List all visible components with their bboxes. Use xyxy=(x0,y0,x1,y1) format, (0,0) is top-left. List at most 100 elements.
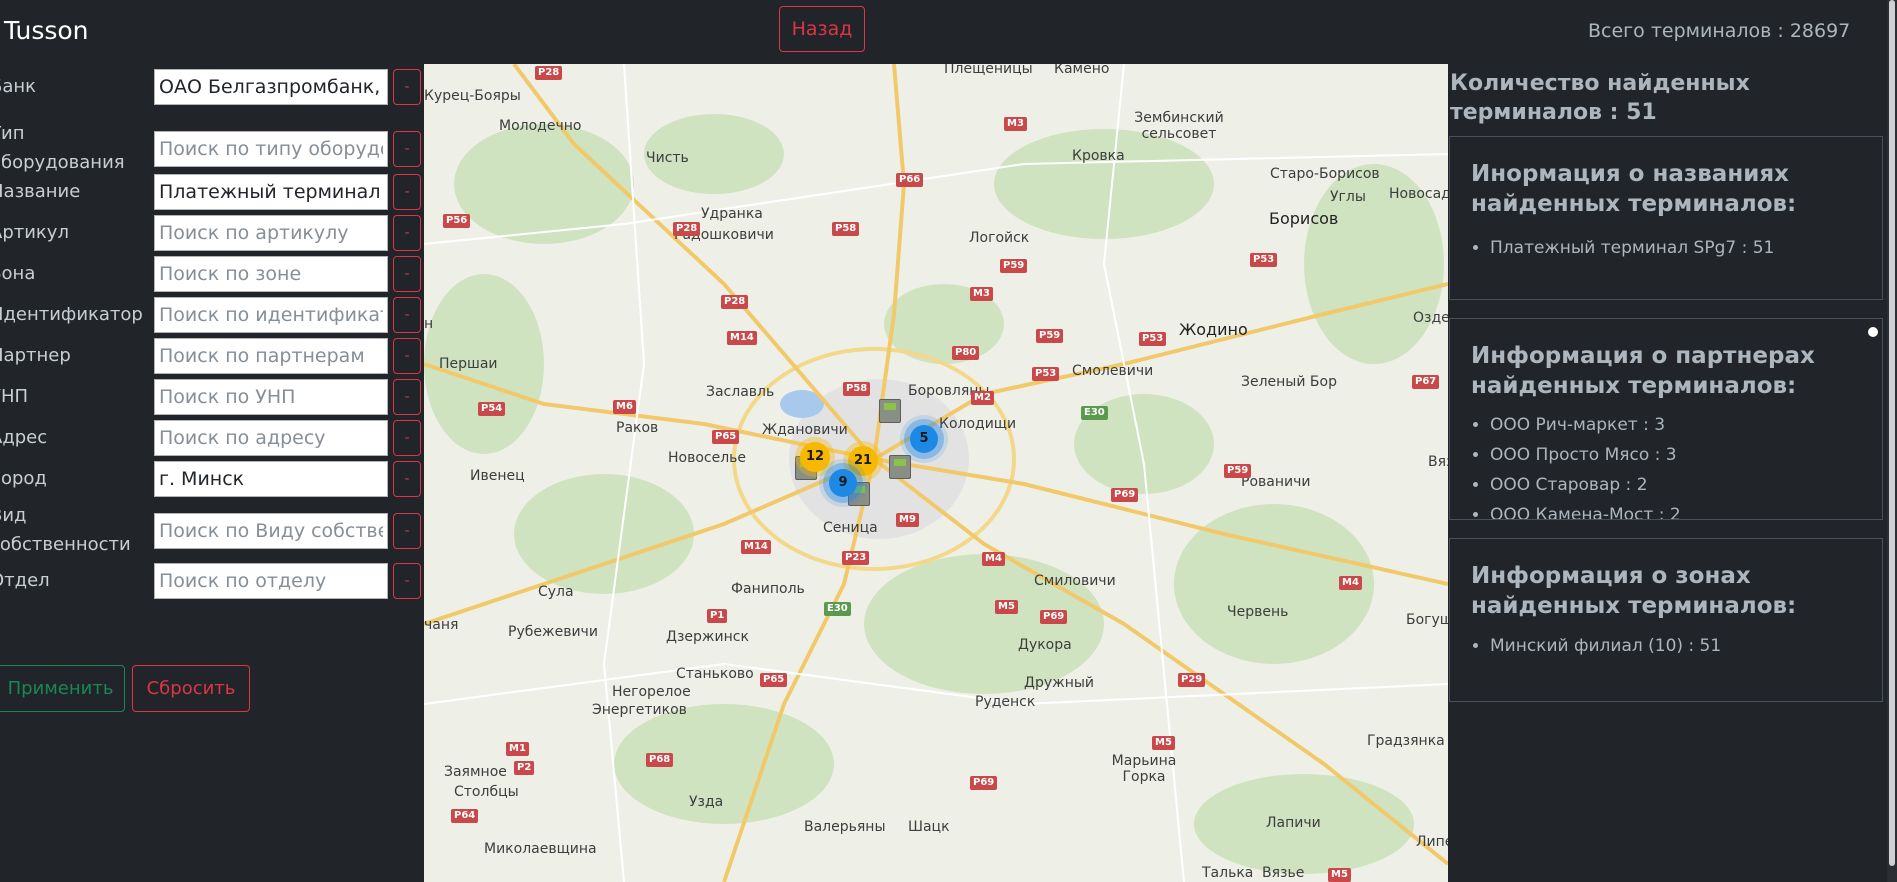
zones-card-title: Информация о зонах найденных терминалов: xyxy=(1471,563,1797,619)
filter-label: Партнер xyxy=(0,345,71,366)
map-place-label: Вяз xyxy=(1428,454,1448,470)
clear-name-button[interactable]: - xyxy=(393,174,421,210)
partner-input[interactable] xyxy=(154,338,388,374)
terminal-marker-icon[interactable] xyxy=(889,455,911,479)
clear-article-button[interactable]: - xyxy=(393,215,421,251)
marker-cluster[interactable]: 21 xyxy=(848,446,878,476)
unp-input[interactable] xyxy=(154,379,388,415)
filter-row-identifier: Идентификатор - xyxy=(0,297,424,333)
page-scrollbar-thumb[interactable] xyxy=(1889,0,1895,866)
map-place-label: Столбцы xyxy=(454,784,519,800)
map-place-label: Рубежевичи xyxy=(508,624,598,640)
map-place-label: Раков xyxy=(616,420,659,436)
clear-ownership-button[interactable]: - xyxy=(393,513,421,549)
clear-department-button[interactable]: - xyxy=(393,563,421,599)
map-base-layer xyxy=(424,64,1448,882)
road-shield: P59 xyxy=(1000,259,1028,273)
reset-button[interactable]: Сбросить xyxy=(132,665,250,712)
filter-label: Отдел xyxy=(0,570,50,591)
road-shield: E30 xyxy=(824,602,851,616)
road-shield: P58 xyxy=(843,382,871,396)
list-item: ООО Просто Мясо : 3 xyxy=(1490,440,1880,470)
clear-address-button[interactable]: - xyxy=(393,420,421,456)
clear-bank-button[interactable]: - xyxy=(393,69,421,105)
map-place-label: Логойск xyxy=(969,230,1030,246)
equipment-type-input[interactable] xyxy=(154,131,388,167)
filter-label: Зона xyxy=(0,263,36,284)
apply-button[interactable]: Применить xyxy=(0,665,125,712)
clear-equipment-type-button[interactable]: - xyxy=(393,131,421,167)
filter-label: Название xyxy=(0,181,81,202)
road-shield: P59 xyxy=(1224,464,1252,478)
results-panel: Количество найденных терминалов : 51 Ино… xyxy=(1449,64,1887,882)
article-input[interactable] xyxy=(154,215,388,251)
road-shield: P80 xyxy=(952,346,980,360)
map-place-label: Червень xyxy=(1227,604,1289,620)
zones-list: Минский филиал (10) : 51 xyxy=(1450,631,1880,661)
filter-label: Адрес xyxy=(0,427,48,448)
road-shield: P66 xyxy=(896,173,924,187)
map-place-label: Колодищи xyxy=(939,416,1017,432)
filter-label: Тип оборудования xyxy=(0,123,125,173)
map-place-label: н xyxy=(424,316,434,332)
filter-label: Город xyxy=(0,468,47,489)
filter-row-name: Название - xyxy=(0,174,424,210)
map-place-label: Смиловичи xyxy=(1034,573,1116,589)
filter-row-unp: УНП - xyxy=(0,379,424,415)
road-shield: M2 xyxy=(971,391,994,405)
department-input[interactable] xyxy=(154,563,388,599)
terminal-marker-icon[interactable] xyxy=(879,399,901,423)
filter-row-partner: Партнер - xyxy=(0,338,424,374)
city-input[interactable] xyxy=(154,461,388,497)
map-place-label: Вязье xyxy=(1262,865,1305,881)
map-place-label: Заславль xyxy=(706,384,775,400)
road-shield: P65 xyxy=(712,430,740,444)
clear-zone-button[interactable]: - xyxy=(393,256,421,292)
filter-label: УНП xyxy=(0,386,29,407)
page-scrollbar[interactable] xyxy=(1887,0,1897,882)
map-place-label: чаня xyxy=(424,617,459,633)
filter-row-bank: Банк - xyxy=(0,69,424,105)
road-shield: M14 xyxy=(727,331,757,345)
map-place-label: Молодечно xyxy=(499,118,582,134)
map-place-label: Кровка xyxy=(1072,148,1125,164)
clear-unp-button[interactable]: - xyxy=(393,379,421,415)
map-place-label: Зембинский сельсовет xyxy=(1134,110,1224,142)
found-count-title: Количество найденных терминалов : 51 xyxy=(1450,71,1750,125)
identifier-input[interactable] xyxy=(154,297,388,333)
ownership-input[interactable] xyxy=(154,513,388,549)
map-place-label: Чисть xyxy=(646,150,689,166)
map-view[interactable]: Молодечно Чисть Удранка Радошковичи Засл… xyxy=(424,64,1448,882)
marker-cluster[interactable]: 9 xyxy=(829,469,857,497)
map-place-label: Ждановичи xyxy=(762,422,848,438)
marker-cluster[interactable]: 12 xyxy=(800,442,830,472)
marker-cluster[interactable]: 5 xyxy=(910,425,938,453)
bank-input[interactable] xyxy=(154,69,388,105)
map-place-label: Лапичи xyxy=(1266,815,1321,831)
zones-info-card: Информация о зонах найденных терминалов:… xyxy=(1449,538,1883,702)
road-shield: P23 xyxy=(842,551,870,565)
road-shield: M14 xyxy=(741,540,771,554)
map-place-label: Руденск xyxy=(975,694,1036,710)
zone-input[interactable] xyxy=(154,256,388,292)
map-place-label: Зеленый Бор xyxy=(1241,374,1337,390)
map-place-label: Сеница xyxy=(823,520,878,536)
name-input[interactable] xyxy=(154,174,388,210)
card-scrollbar[interactable] xyxy=(1868,327,1878,337)
address-input[interactable] xyxy=(154,420,388,456)
map-place-label: Узда xyxy=(689,794,724,810)
road-shield: M1 xyxy=(506,742,529,756)
map-place-label: Дукора xyxy=(1018,637,1072,653)
map-place-label: Курец-Бояры xyxy=(424,88,521,104)
clear-identifier-button[interactable]: - xyxy=(393,297,421,333)
clear-city-button[interactable]: - xyxy=(393,461,421,497)
map-place-label: Марьина Горка xyxy=(1111,753,1177,785)
map-place-label: Сула xyxy=(538,584,574,600)
partners-info-card[interactable]: Информация о партнерах найденных термина… xyxy=(1449,318,1883,520)
back-button[interactable]: Назад xyxy=(779,6,865,52)
brand-logo[interactable]: Tusson xyxy=(4,16,89,45)
clear-partner-button[interactable]: - xyxy=(393,338,421,374)
filter-row-ownership: Вид собственности - xyxy=(0,501,424,561)
list-item: ООО Рич-маркет : 3 xyxy=(1490,410,1880,440)
road-shield: P28 xyxy=(673,222,701,236)
